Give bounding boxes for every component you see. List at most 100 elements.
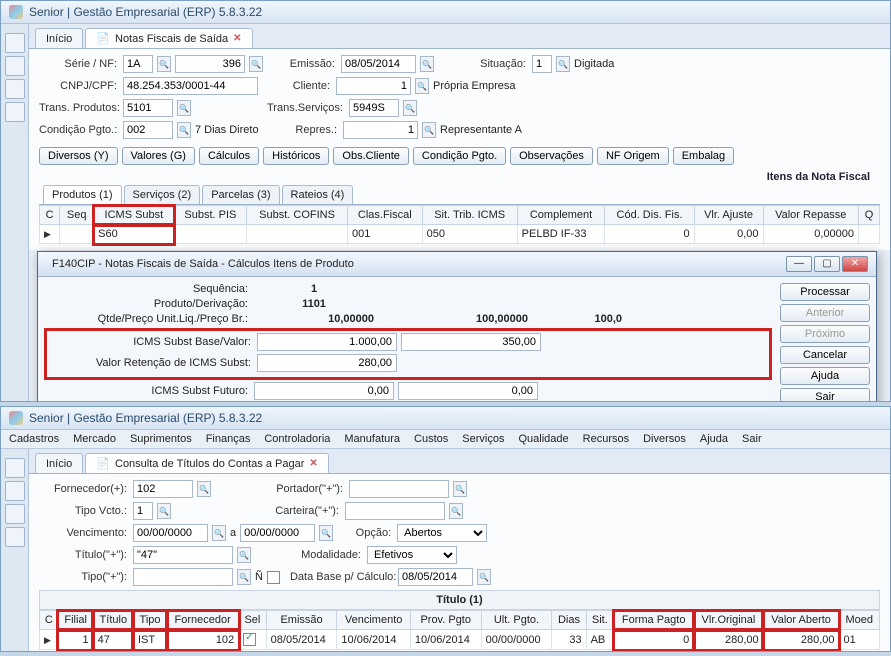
futuro1-input[interactable] [254, 382, 394, 400]
database-cal-icon[interactable] [477, 569, 491, 585]
titulo-lookup[interactable] [237, 547, 251, 563]
tool-save-icon[interactable] [5, 504, 25, 524]
table-row[interactable]: S60 001 050 PELBD IF-33 0 0,00 0,00000 [40, 225, 880, 244]
tab-close-icon[interactable]: ✕ [233, 33, 241, 44]
portador-input[interactable] [349, 480, 449, 498]
icms-base-input[interactable] [257, 333, 397, 351]
obscliente-button[interactable]: Obs.Cliente [333, 147, 408, 165]
icms-valor-input[interactable] [401, 333, 541, 351]
database-input[interactable] [398, 568, 473, 586]
tipo-input[interactable] [133, 568, 233, 586]
historicos-button[interactable]: Históricos [263, 147, 329, 165]
transprod-input[interactable] [123, 99, 173, 117]
menu-ajuda[interactable]: Ajuda [700, 433, 728, 445]
venc2-input[interactable] [240, 524, 315, 542]
close-button[interactable]: ✕ [842, 256, 868, 272]
portador-lookup[interactable] [453, 481, 467, 497]
menu-custos[interactable]: Custos [414, 433, 448, 445]
menu-manufatura[interactable]: Manufatura [344, 433, 400, 445]
venc2-cal-icon[interactable] [319, 525, 333, 541]
serie-lookup[interactable] [157, 56, 171, 72]
tool-pin-icon[interactable] [5, 458, 25, 478]
fornecedor-lookup[interactable] [197, 481, 211, 497]
sair-button[interactable]: Sair [780, 388, 870, 402]
condpgto-input[interactable] [123, 121, 173, 139]
situacao-input[interactable] [532, 55, 552, 73]
observacoes-button[interactable]: Observações [510, 147, 593, 165]
subtab-produtos[interactable]: Produtos (1) [43, 185, 122, 204]
transserv-input[interactable] [349, 99, 399, 117]
fornecedor-input[interactable] [133, 480, 193, 498]
modalidade-select[interactable]: Efetivos [367, 546, 457, 564]
nforigem-button[interactable]: NF Origem [597, 147, 669, 165]
menu-finanças[interactable]: Finanças [206, 433, 251, 445]
maximize-button[interactable]: ▢ [814, 256, 840, 272]
titulo-input[interactable] [133, 546, 233, 564]
sel-checkbox[interactable] [243, 633, 256, 646]
subtab-rateios[interactable]: Rateios (4) [282, 185, 354, 204]
condpgto-lookup[interactable] [177, 122, 191, 138]
menu-controladoria[interactable]: Controladoria [264, 433, 330, 445]
valores-button[interactable]: Valores (G) [122, 147, 195, 165]
tab-inicio[interactable]: Início [35, 28, 83, 48]
cancelar-button[interactable]: Cancelar [780, 346, 870, 364]
retencao-input[interactable] [257, 354, 397, 372]
transserv-lookup[interactable] [403, 100, 417, 116]
tab-close-icon[interactable]: ✕ [309, 458, 317, 469]
menu-qualidade[interactable]: Qualidade [518, 433, 568, 445]
tipo-lookup[interactable] [237, 569, 251, 585]
col-dias: Dias [552, 611, 586, 630]
menu-cadastros[interactable]: Cadastros [9, 433, 59, 445]
serie-input[interactable] [123, 55, 153, 73]
repres-lookup[interactable] [422, 122, 436, 138]
situacao-lookup[interactable] [556, 56, 570, 72]
opcao-select[interactable]: Abertos [397, 524, 487, 542]
menu-diversos[interactable]: Diversos [643, 433, 686, 445]
ajuda-button[interactable]: Ajuda [780, 367, 870, 385]
tool-layout-icon[interactable] [5, 527, 25, 547]
menu-sair[interactable]: Sair [742, 433, 762, 445]
venc1-input[interactable] [133, 524, 208, 542]
table-row[interactable]: 1 47 IST 102 08/05/2014 10/06/2014 10/06… [40, 630, 880, 650]
proximo-button[interactable]: Próximo [780, 325, 870, 343]
tipovcto-input[interactable] [133, 502, 153, 520]
cliente-input[interactable] [336, 77, 411, 95]
tool-save-icon[interactable] [5, 79, 25, 99]
carteira-input[interactable] [345, 502, 445, 520]
menu-mercado[interactable]: Mercado [73, 433, 116, 445]
condpgto-button[interactable]: Condição Pgto. [413, 147, 506, 165]
repres-input[interactable] [343, 121, 418, 139]
tipovcto-lookup[interactable] [157, 503, 171, 519]
venc1-cal-icon[interactable] [212, 525, 226, 541]
embalag-button[interactable]: Embalag [673, 147, 734, 165]
cnpj-input[interactable] [123, 77, 258, 95]
menu-serviços[interactable]: Serviços [462, 433, 504, 445]
tool-layout-icon[interactable] [5, 102, 25, 122]
emissao-input[interactable] [341, 55, 416, 73]
produtos-grid[interactable]: C Seq ICMS Subst Subst. PIS Subst. COFIN… [39, 205, 880, 244]
tab-nfs[interactable]: 📄 Notas Fiscais de Saída ✕ [85, 28, 252, 48]
menu-suprimentos[interactable]: Suprimentos [130, 433, 192, 445]
transprod-lookup[interactable] [177, 100, 191, 116]
tipo-checkbox[interactable] [267, 571, 280, 584]
tab-inicio-2[interactable]: Início [35, 453, 83, 473]
minimize-button[interactable]: — [786, 256, 812, 272]
tool-print-icon[interactable] [5, 56, 25, 76]
cliente-lookup[interactable] [415, 78, 429, 94]
nf-input[interactable] [175, 55, 245, 73]
nf-lookup[interactable] [249, 56, 263, 72]
diversos-button[interactable]: Diversos (Y) [39, 147, 118, 165]
calculos-button[interactable]: Cálculos [199, 147, 259, 165]
titulos-grid[interactable]: C Filial Título Tipo Fornecedor Sel Emis… [39, 610, 880, 650]
futuro2-input[interactable] [398, 382, 538, 400]
subtab-parcelas[interactable]: Parcelas (3) [202, 185, 279, 204]
menu-recursos[interactable]: Recursos [583, 433, 629, 445]
emissao-cal-icon[interactable] [420, 56, 434, 72]
processar-button[interactable]: Processar [780, 283, 870, 301]
tool-pin-icon[interactable] [5, 33, 25, 53]
anterior-button[interactable]: Anterior [780, 304, 870, 322]
carteira-lookup[interactable] [449, 503, 463, 519]
subtab-servicos[interactable]: Serviços (2) [124, 185, 201, 204]
tool-print-icon[interactable] [5, 481, 25, 501]
tab-consulta[interactable]: 📄 Consulta de Títulos do Contas a Pagar … [85, 453, 328, 473]
